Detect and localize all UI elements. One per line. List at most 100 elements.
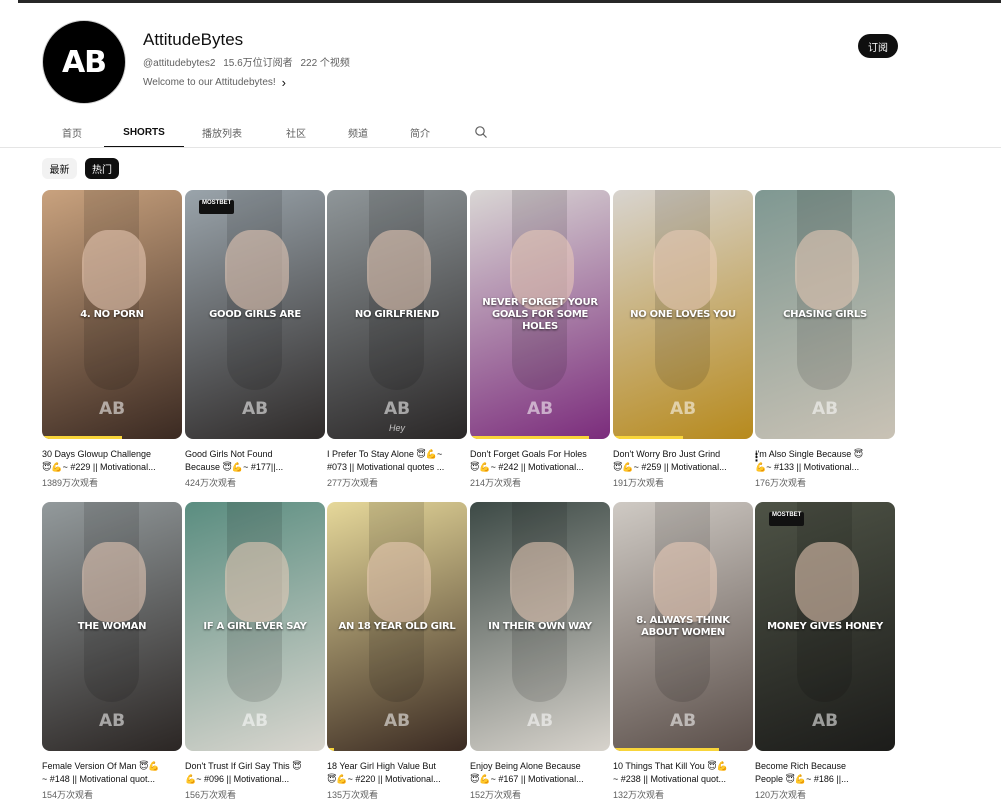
- thumbnail-caption: CHASING GIRLS: [783, 308, 867, 320]
- short-card[interactable]: MOSTBET MONEY GIVES HONEY AB Become Rich Be…: [755, 502, 895, 801]
- watermark-logo: AB: [526, 711, 554, 731]
- tab-channels[interactable]: 频道: [340, 118, 376, 146]
- short-title[interactable]: I'm Also Single Because 😇 💪~ #133 || Mot…: [755, 448, 891, 474]
- tab-playlists[interactable]: 播放列表: [197, 118, 247, 146]
- tab-shorts[interactable]: SHORTS: [104, 118, 184, 148]
- channel-logo: AB: [61, 44, 107, 80]
- short-card[interactable]: 8. ALWAYS THINK ABOUT WOMEN AB 10 Things T…: [613, 502, 753, 801]
- thumbnail-face: [795, 230, 859, 310]
- chip-latest[interactable]: 最新: [42, 158, 77, 179]
- short-title[interactable]: Don't Worry Bro Just Grind 😇💪~ #259 || M…: [613, 448, 749, 474]
- thumbnail-face: [82, 542, 146, 622]
- tab-about[interactable]: 简介: [402, 118, 438, 146]
- short-title[interactable]: Don't Trust If Girl Say This 😇 💪~ #096 |…: [185, 760, 321, 786]
- sponsor-badge: MOSTBET: [769, 512, 805, 526]
- short-title[interactable]: Good Girls Not Found Because 😇💪~ #177||.…: [185, 448, 321, 474]
- watermark-logo: AB: [383, 711, 411, 731]
- view-count: 135万次观看: [327, 790, 379, 800]
- view-count: 120万次观看: [755, 790, 807, 800]
- watermark-logo: AB: [811, 399, 839, 419]
- channel-description-text: Welcome to our Attitudebytes!: [143, 77, 276, 88]
- tab-home[interactable]: 首页: [54, 118, 90, 146]
- short-thumbnail[interactable]: NO GIRLFRIEND AB Hey: [327, 190, 467, 439]
- short-title[interactable]: Don't Forget Goals For Holes 😇💪~ #242 ||…: [470, 448, 606, 474]
- short-thumbnail[interactable]: IF A GIRL EVER SAY AB: [185, 502, 325, 751]
- watermark-logo: AB: [669, 711, 697, 731]
- short-thumbnail[interactable]: THE WOMAN AB: [42, 502, 182, 751]
- view-count: 424万次观看: [185, 478, 237, 488]
- thumbnail-subtitle: Hey: [388, 423, 405, 433]
- view-count: 277万次观看: [327, 478, 379, 488]
- short-thumbnail[interactable]: AN 18 YEAR OLD GIRL AB: [327, 502, 467, 751]
- channel-name: AttitudeBytes: [143, 30, 244, 49]
- short-card[interactable]: IN THEIR OWN WAY AB Enjoy Being Alone Beca…: [470, 502, 610, 801]
- watermark-logo: AB: [241, 399, 269, 419]
- short-card[interactable]: NO GIRLFRIEND AB Hey I Prefer To Stay Alone…: [327, 190, 467, 489]
- thumbnail-caption: NEVER FORGET YOUR GOALS FOR SOME HOLES: [482, 296, 598, 332]
- thumbnail-caption: IF A GIRL EVER SAY: [203, 620, 307, 632]
- view-count: 176万次观看: [755, 478, 807, 488]
- watermark-logo: AB: [241, 711, 269, 731]
- short-title[interactable]: 30 Days Glowup Challenge 😇💪~ #229 || Mot…: [42, 448, 178, 474]
- channel-avatar[interactable]: AB: [42, 20, 126, 104]
- short-card[interactable]: NEVER FORGET YOUR GOALS FOR SOME HOLES AB…: [470, 190, 610, 489]
- short-title[interactable]: Enjoy Being Alone Because 😇💪~ #167 || Mo…: [470, 760, 606, 786]
- watermark-logo: AB: [383, 399, 411, 419]
- top-bar: [0, 0, 1001, 4]
- channel-description[interactable]: Welcome to our Attitudebytes! ›: [143, 75, 286, 90]
- watch-progress-bar: [613, 748, 720, 751]
- thumbnail-caption: THE WOMAN: [77, 620, 147, 632]
- watch-progress-bar: [613, 436, 683, 439]
- short-card[interactable]: MOSTBET GOOD GIRLS ARE AB Good Girls Not Fo…: [185, 190, 325, 489]
- short-card[interactable]: NO ONE LOVES YOU AB Don't Worry Bro Just G…: [613, 190, 762, 489]
- view-count: 132万次观看: [613, 790, 665, 800]
- thumbnail-face: [82, 230, 146, 310]
- short-card[interactable]: 4. NO PORN AB 30 Days Glowup Challenge 😇💪~…: [42, 190, 182, 489]
- short-title[interactable]: Become Rich Because People 😇💪~ #186 ||..…: [755, 760, 891, 786]
- thumbnail-face: [653, 542, 717, 622]
- thumbnail-caption: NO GIRLFRIEND: [354, 308, 440, 320]
- thumbnail-face: [225, 230, 289, 310]
- thumbnail-caption: NO ONE LOVES YOU: [630, 308, 736, 320]
- watch-progress-bar: [327, 748, 334, 751]
- sponsor-badge: MOSTBET: [199, 200, 235, 214]
- short-card[interactable]: CHASING GIRLS AB I'm Also Single Because 😇…: [755, 190, 895, 489]
- chip-popular[interactable]: 热门: [85, 158, 119, 179]
- watch-progress-bar: [42, 436, 122, 439]
- short-thumbnail[interactable]: 4. NO PORN AB: [42, 190, 182, 439]
- watermark-logo: AB: [526, 399, 554, 419]
- channel-handle: @attitudebytes2: [143, 58, 216, 69]
- thumbnail-face: [510, 542, 574, 622]
- short-title[interactable]: I Prefer To Stay Alone 😇💪~ #073 || Motiv…: [327, 448, 463, 474]
- short-thumbnail[interactable]: MOSTBET GOOD GIRLS ARE AB: [185, 190, 325, 439]
- short-thumbnail[interactable]: IN THEIR OWN WAY AB: [470, 502, 610, 751]
- subscribe-button[interactable]: 订阅: [858, 34, 898, 58]
- thumbnail-face: [795, 542, 859, 622]
- view-count: 156万次观看: [185, 790, 237, 800]
- short-title[interactable]: Female Version Of Man 😇💪 ~ #148 || Motiv…: [42, 760, 178, 786]
- short-title[interactable]: 18 Year Girl High Value But 😇💪~ #220 || …: [327, 760, 463, 786]
- short-thumbnail[interactable]: 8. ALWAYS THINK ABOUT WOMEN AB: [613, 502, 753, 751]
- view-count: 191万次观看: [613, 478, 665, 488]
- watermark-logo: AB: [98, 399, 126, 419]
- short-title[interactable]: 10 Things That Kill You 😇💪 ~ #238 || Mot…: [613, 760, 749, 786]
- watermark-logo: AB: [669, 399, 697, 419]
- thumbnail-face: [367, 542, 431, 622]
- watch-progress-bar: [470, 436, 589, 439]
- subscriber-count: 15.6万位订阅者: [223, 58, 293, 69]
- top-strip: [18, 0, 1001, 3]
- short-card[interactable]: AN 18 YEAR OLD GIRL AB 18 Year Girl High V…: [327, 502, 467, 801]
- short-thumbnail[interactable]: CHASING GIRLS AB: [755, 190, 895, 439]
- short-thumbnail[interactable]: NO ONE LOVES YOU AB: [613, 190, 753, 439]
- thumbnail-caption: 4. NO PORN: [80, 308, 144, 320]
- view-count: 152万次观看: [470, 790, 522, 800]
- search-icon[interactable]: [474, 125, 488, 139]
- short-thumbnail[interactable]: MOSTBET MONEY GIVES HONEY AB: [755, 502, 895, 751]
- short-card[interactable]: THE WOMAN AB Female Version Of Man 😇💪 ~ #1…: [42, 502, 182, 801]
- short-thumbnail[interactable]: NEVER FORGET YOUR GOALS FOR SOME HOLES AB: [470, 190, 610, 439]
- view-count: 154万次观看: [42, 790, 94, 800]
- channel-meta: @attitudebytes2 15.6万位订阅者 222 个视频: [143, 54, 355, 69]
- short-card[interactable]: IF A GIRL EVER SAY AB Don't Trust If Girl …: [185, 502, 325, 801]
- tab-community[interactable]: 社区: [278, 118, 314, 146]
- tabs-divider: [0, 147, 1001, 148]
